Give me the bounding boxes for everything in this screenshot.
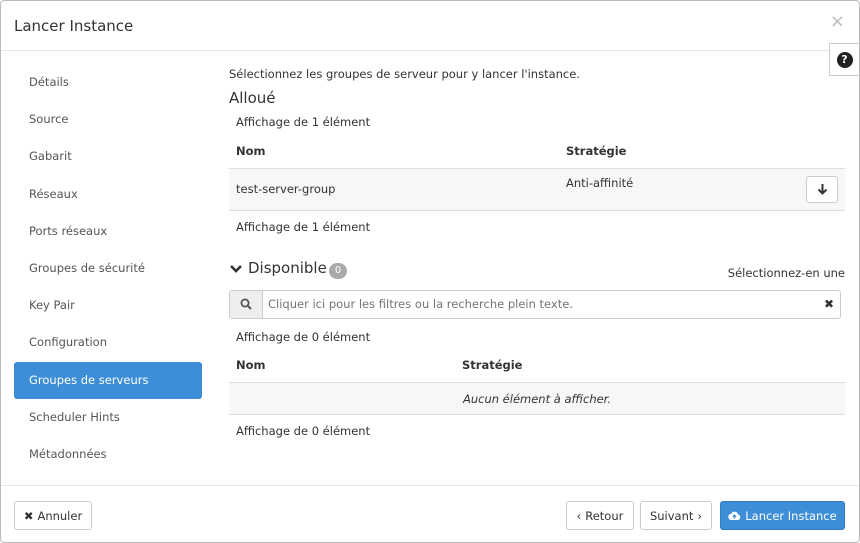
search-bar: ✖ [229,289,841,319]
row-name: test-server-group [229,168,559,211]
dialog-header: Lancer Instance × [1,1,859,51]
available-title[interactable]: Disponible [248,259,327,277]
cloud-upload-icon [728,511,741,521]
deallocate-button[interactable] [806,175,838,203]
dialog-title: Lancer Instance [14,17,134,35]
search-addon [230,290,263,318]
nav-item-configuration[interactable]: Configuration [14,324,202,361]
chevron-down-icon[interactable] [229,263,243,275]
clear-search-icon[interactable]: ✖ [824,297,834,311]
wizard-content: Sélectionnez les groupes de serveur pour… [229,64,845,443]
intro-text: Sélectionnez les groupes de serveur pour… [229,67,580,81]
nav-item-security-groups[interactable]: Groupes de sécurité [14,250,202,287]
table-row: test-server-group Anti-affinité [229,168,845,211]
next-button[interactable]: Suivant › [640,501,712,530]
nav-item-source[interactable]: Source [14,101,202,138]
wizard-nav: Détails Source Gabarit Réseaux Ports rés… [14,64,202,473]
chevron-right-icon: › [697,508,703,523]
arrow-down-icon [817,184,827,195]
allocated-count-bottom: Affichage de 1 élément [236,219,371,234]
row-policy: Anti-affinité [566,175,634,190]
search-icon [240,298,252,310]
dialog-footer: ✖ Annuler ‹ Retour Suivant › Lancer Inst… [1,485,859,542]
chevron-left-icon: ‹ [576,508,582,523]
nav-item-network-ports[interactable]: Ports réseaux [14,213,202,250]
search-input[interactable] [268,296,808,311]
available-header: Disponible 0 Sélectionnez-en une [229,257,845,287]
allocated-title: Alloué [229,89,276,107]
column-header-policy[interactable]: Stratégie [455,348,845,383]
available-count-top: Affichage de 0 élément [236,329,371,344]
allocated-count-top: Affichage de 1 élément [236,115,371,129]
nav-item-metadata[interactable]: Métadonnées [14,436,202,473]
nav-item-server-groups[interactable]: Groupes de serveurs [14,361,202,399]
nav-item-details[interactable]: Détails [14,64,202,101]
nav-item-key-pair[interactable]: Key Pair [14,287,202,324]
back-button[interactable]: ‹ Retour [566,501,634,530]
cancel-button[interactable]: ✖ Annuler [14,501,92,530]
column-header-policy[interactable]: Stratégie [559,134,845,169]
available-count-bottom: Affichage de 0 élément [236,424,371,438]
nav-item-flavor[interactable]: Gabarit [14,138,202,175]
launch-instance-button[interactable]: Lancer Instance [720,501,845,530]
close-icon: ✖ [23,508,34,523]
launch-instance-dialog: Lancer Instance × ? Détails Source Gabar… [0,0,860,543]
empty-message: Aucun élément à afficher. [229,382,845,415]
close-icon[interactable]: × [830,13,845,31]
column-header-name[interactable]: Nom [229,348,455,383]
empty-row: Aucun élément à afficher. [229,382,845,415]
column-header-name[interactable]: Nom [229,134,559,169]
available-count-badge: 0 [329,262,347,279]
nav-item-networks[interactable]: Réseaux [14,176,202,213]
allocated-table: Nom Stratégie test-server-group Anti-aff… [229,134,845,211]
nav-item-scheduler-hints[interactable]: Scheduler Hints [14,399,202,436]
available-table: Nom Stratégie Aucun élément à afficher. [229,348,845,415]
select-one-hint: Sélectionnez-en une [727,265,845,280]
